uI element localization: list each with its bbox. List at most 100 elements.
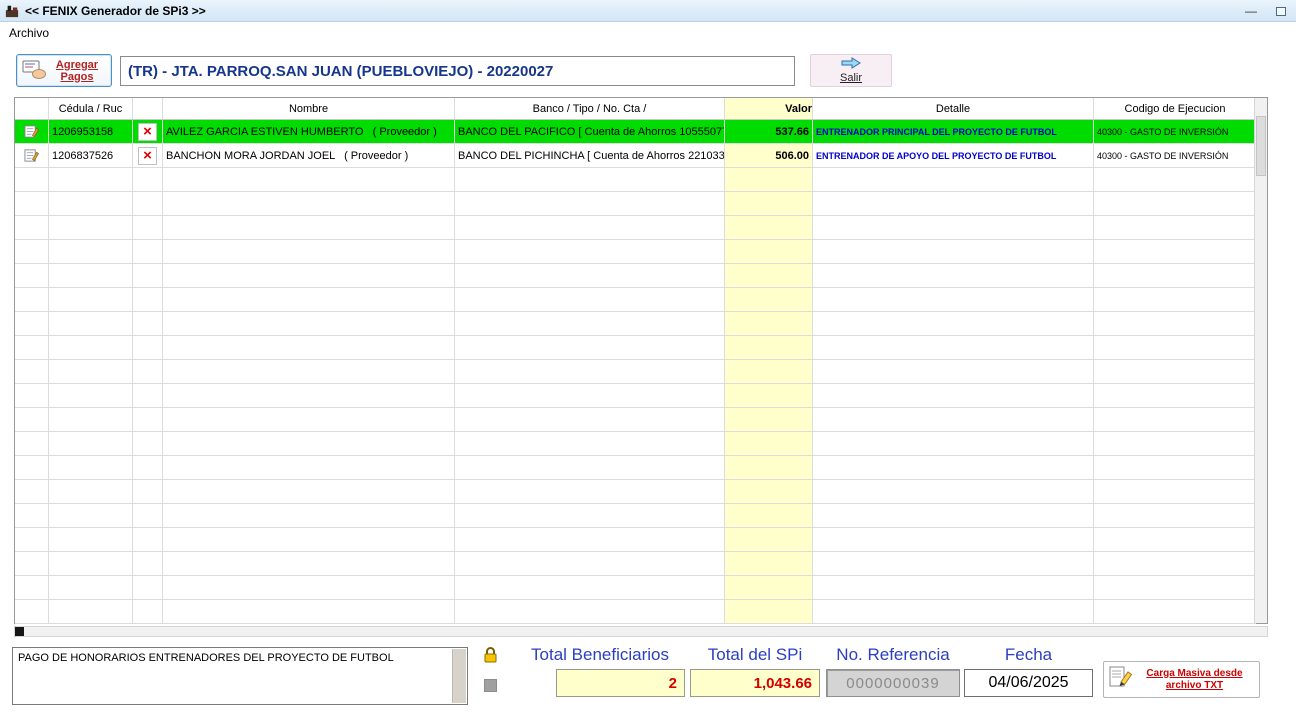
empty-row — [15, 336, 1256, 360]
empty-cell — [725, 456, 813, 480]
empty-cell — [1094, 288, 1256, 312]
empty-cell — [133, 432, 163, 456]
empty-cell — [163, 360, 455, 384]
table-row[interactable]: 1206837526 × BANCHON MORA JORDAN JOEL ( Pr… — [15, 144, 1256, 168]
no-referencia-value: 0000000039 — [826, 669, 960, 697]
descripcion-text: PAGO DE HONORARIOS ENTRENADORES DEL PROY… — [18, 652, 394, 664]
horizontal-scrollbar[interactable] — [14, 626, 1268, 637]
empty-row — [15, 504, 1256, 528]
descripcion-textarea[interactable]: PAGO DE HONORARIOS ENTRENADORES DEL PROY… — [12, 647, 468, 705]
empty-cell — [163, 600, 455, 624]
empty-row — [15, 168, 1256, 192]
empty-cell — [455, 192, 725, 216]
row-edit-pencil-icon[interactable] — [15, 144, 49, 168]
empty-cell — [133, 384, 163, 408]
row-edit-pencil-icon[interactable] — [15, 120, 49, 144]
empty-cell — [813, 576, 1094, 600]
empty-cell — [49, 288, 133, 312]
empty-cell — [1094, 336, 1256, 360]
empty-cell — [15, 336, 49, 360]
table-row[interactable]: 1206953158 × AVILEZ GARCIA ESTIVEN HUMBERT… — [15, 120, 1256, 144]
empty-cell — [133, 456, 163, 480]
empty-row — [15, 240, 1256, 264]
empty-cell — [163, 528, 455, 552]
carga-masiva-label: Carga Masiva desde archivo TXT — [1146, 667, 1243, 691]
empty-cell — [49, 408, 133, 432]
empty-cell — [163, 336, 455, 360]
empty-cell — [49, 192, 133, 216]
empty-cell — [133, 528, 163, 552]
empty-cell — [725, 600, 813, 624]
delete-cell: × — [133, 144, 163, 168]
banco-cell: BANCO DEL PACIFICO [ Cuenta de Ahorros 1… — [455, 120, 725, 144]
empty-cell — [133, 168, 163, 192]
column-header-detalle: Detalle — [813, 98, 1094, 119]
empty-cell — [813, 432, 1094, 456]
empty-cell — [1094, 456, 1256, 480]
empty-cell — [813, 264, 1094, 288]
empty-cell — [813, 408, 1094, 432]
empty-row — [15, 576, 1256, 600]
empty-cell — [725, 312, 813, 336]
descripcion-scrollbar[interactable] — [452, 649, 466, 703]
empty-cell — [133, 312, 163, 336]
vertical-scrollbar[interactable] — [1254, 98, 1267, 623]
empty-cell — [725, 336, 813, 360]
window-title: << FENIX Generador de SPi3 >> — [25, 3, 206, 18]
agregar-pagos-button[interactable]: Agregar Pagos — [16, 54, 112, 87]
empty-cell — [813, 336, 1094, 360]
empty-cell — [455, 528, 725, 552]
empty-cell — [133, 288, 163, 312]
empty-cell — [1094, 432, 1256, 456]
empty-cell — [455, 336, 725, 360]
empty-cell — [813, 384, 1094, 408]
empty-cell — [725, 168, 813, 192]
empty-cell — [725, 528, 813, 552]
menu-archivo[interactable]: Archivo — [0, 26, 58, 40]
empty-cell — [15, 168, 49, 192]
empty-cell — [133, 576, 163, 600]
minimize-button[interactable]: — — [1236, 2, 1266, 20]
empty-cell — [455, 288, 725, 312]
empty-cell — [1094, 264, 1256, 288]
empty-cell — [15, 384, 49, 408]
empty-cell — [133, 240, 163, 264]
column-header-cedula: Cédula / Ruc — [49, 98, 133, 119]
column-header-selector — [15, 98, 49, 119]
nombre-cell: AVILEZ GARCIA ESTIVEN HUMBERTO ( Proveed… — [163, 120, 455, 144]
horizontal-scrollbar-thumb[interactable] — [15, 627, 24, 636]
empty-cell — [15, 456, 49, 480]
empty-cell — [49, 576, 133, 600]
empty-row — [15, 600, 1256, 624]
empty-cell — [49, 336, 133, 360]
total-spi-value: 1,043.66 — [690, 669, 820, 697]
empty-cell — [163, 240, 455, 264]
carga-masiva-button[interactable]: Carga Masiva desde archivo TXT — [1103, 661, 1260, 698]
maximize-button[interactable] — [1266, 2, 1296, 20]
empty-cell — [133, 600, 163, 624]
file-pencil-icon — [1108, 665, 1134, 694]
empty-row — [15, 216, 1256, 240]
empty-cell — [455, 576, 725, 600]
fecha-input[interactable]: 04/06/2025 — [964, 669, 1093, 697]
cedula-cell: 1206953158 — [49, 120, 133, 144]
empty-row — [15, 456, 1256, 480]
empty-cell — [455, 552, 725, 576]
app-window: << FENIX Generador de SPi3 >> — Archivo … — [0, 0, 1296, 713]
menubar: Archivo — [0, 23, 1296, 42]
empty-cell — [15, 216, 49, 240]
empty-cell — [813, 552, 1094, 576]
vertical-scrollbar-thumb[interactable] — [1256, 116, 1266, 176]
delete-row-button[interactable]: × — [138, 122, 157, 141]
empty-cell — [725, 192, 813, 216]
empty-cell — [455, 360, 725, 384]
empty-cell — [1094, 552, 1256, 576]
entidad-header-field[interactable]: (TR) - JTA. PARROQ.SAN JUAN (PUEBLOVIEJO… — [120, 56, 795, 86]
salir-button[interactable]: Salir — [810, 54, 892, 87]
empty-cell — [725, 216, 813, 240]
delete-row-button[interactable]: × — [138, 146, 157, 165]
cedula-cell: 1206837526 — [49, 144, 133, 168]
empty-cell — [133, 360, 163, 384]
column-header-banco: Banco / Tipo / No. Cta / — [455, 98, 725, 119]
empty-cell — [813, 288, 1094, 312]
